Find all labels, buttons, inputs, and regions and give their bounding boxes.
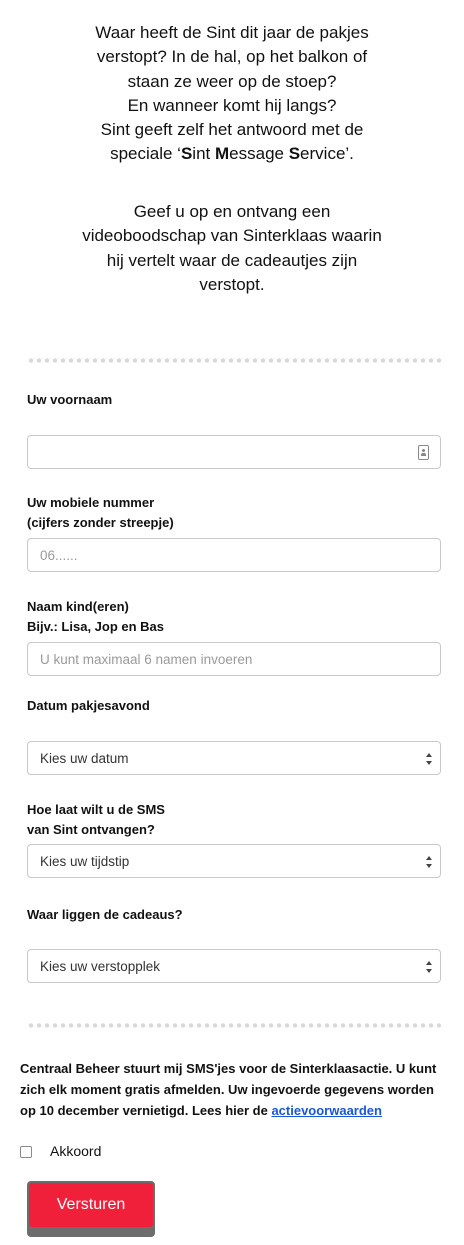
intro-line: verstopt? In de hal, op het balkon of <box>96 47 368 67</box>
date-select[interactable]: Kies uw datum <box>27 741 441 775</box>
date-select-value: Kies uw datum <box>40 750 129 766</box>
kids-label: Naam kind(eren) Bijv.: Lisa, Jop en Bas <box>27 599 165 634</box>
intro-line: Sint geeft zelf het antwoord met de <box>100 120 364 140</box>
mobile-label: Uw mobiele nummer (cijfers zonder streep… <box>27 495 174 530</box>
select-arrows-icon <box>426 753 432 765</box>
consent-checkbox[interactable] <box>20 1146 32 1158</box>
mobile-input[interactable] <box>27 538 441 572</box>
intro-line: hij vertelt waar de cadeautjes zijn <box>106 250 358 270</box>
intro-line: videoboodschap van Sinterklaas waarin <box>82 226 382 246</box>
select-arrows-icon <box>426 856 432 868</box>
consent-label: Akkoord <box>50 1143 102 1159</box>
contact-card-icon[interactable] <box>418 445 429 460</box>
place-select-value: Kies uw verstopplek <box>40 958 161 974</box>
select-arrows-icon <box>426 961 432 973</box>
intro-service-line: speciale ‘Sint Message Service’. <box>110 144 354 164</box>
intro-line: Waar heeft de Sint dit jaar de pakjes <box>95 23 369 42</box>
dotted-divider <box>27 358 442 363</box>
legal-notice: Centraal Beheer stuurt mij SMS'jes voor … <box>20 1058 450 1121</box>
dotted-divider <box>27 1023 442 1028</box>
firstname-input[interactable] <box>27 435 441 469</box>
time-label: Hoe laat wilt u de SMS van Sint ontvange… <box>27 802 165 837</box>
kids-names-input[interactable] <box>27 642 441 676</box>
terms-link[interactable]: actievoorwaarden <box>271 1103 382 1118</box>
place-label: Waar liggen de cadeaus? <box>27 907 183 922</box>
intro-line: En wanneer komt hij langs? <box>127 95 337 115</box>
intro-line: verstopt. <box>199 274 265 294</box>
date-label: Datum pakjesavond <box>27 698 150 713</box>
intro-line: Geef u op en ontvang een <box>133 202 331 221</box>
place-select[interactable]: Kies uw verstopplek <box>27 949 441 983</box>
time-select-value: Kies uw tijdstip <box>40 853 130 869</box>
firstname-label: Uw voornaam <box>27 392 113 407</box>
intro-signup-text: Geef u op en ontvang een videoboodschap … <box>40 200 424 297</box>
submit-button[interactable]: Versturen <box>29 1183 153 1227</box>
time-select[interactable]: Kies uw tijdstip <box>27 844 441 878</box>
intro-line: staan ze weer op de stoep? <box>127 71 337 91</box>
intro-text: Waar heeft de Sint dit jaar de pakjes ve… <box>40 21 424 167</box>
